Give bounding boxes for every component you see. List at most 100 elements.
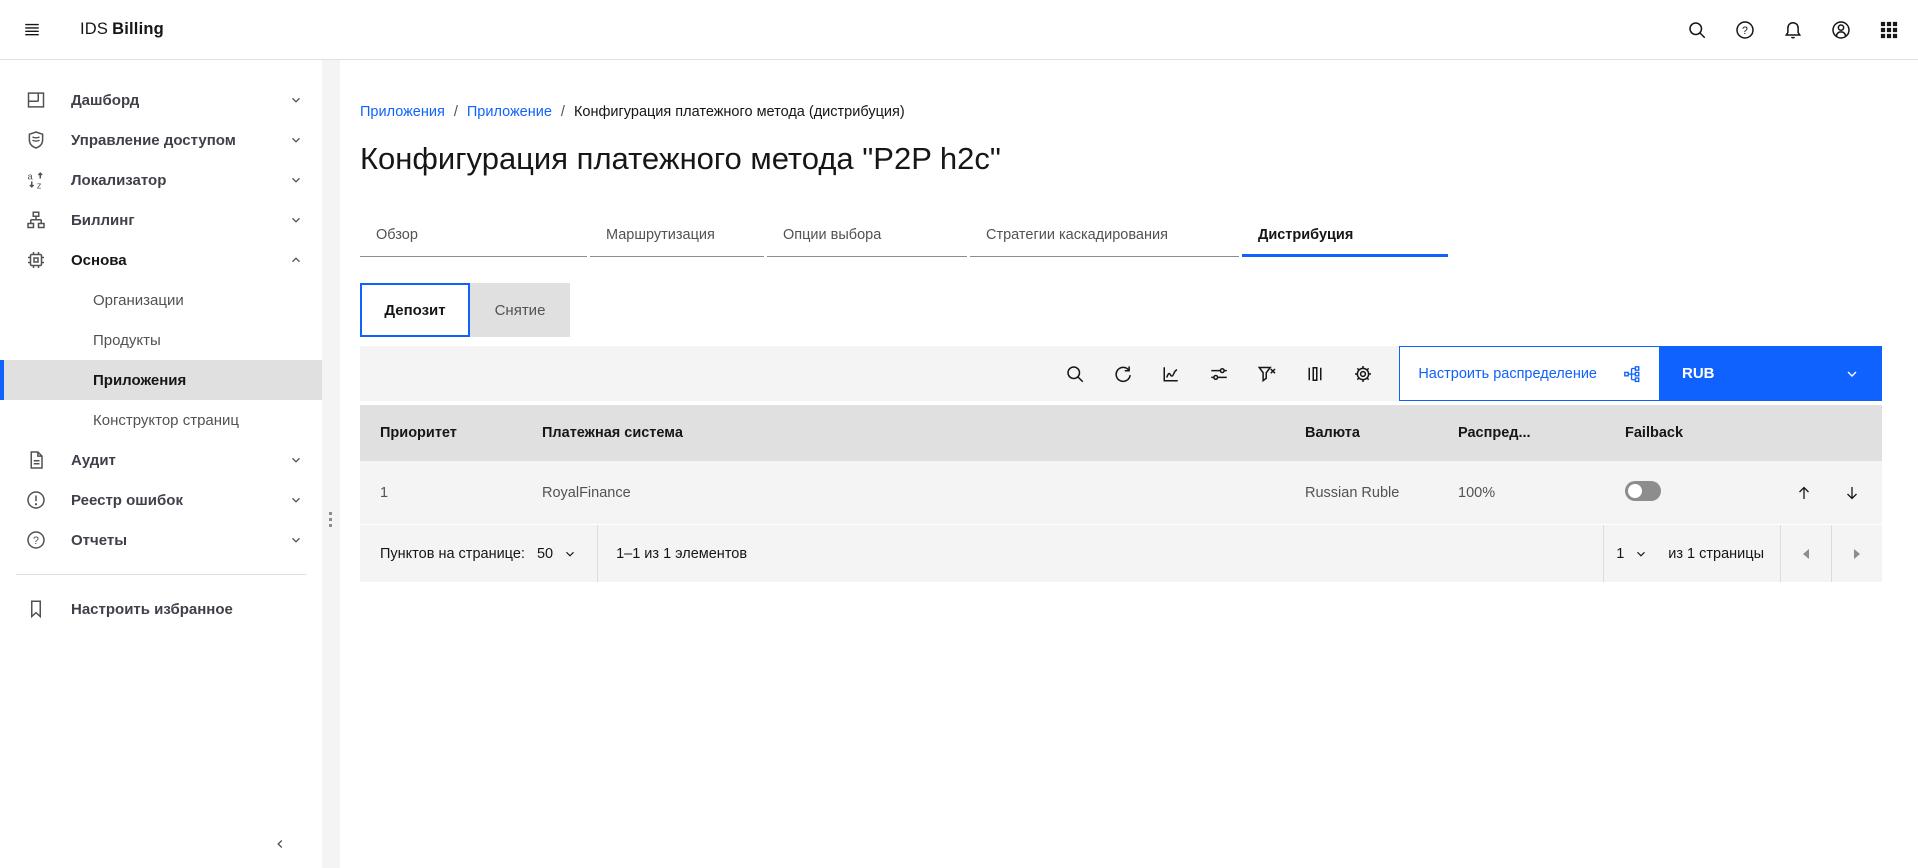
- column-header-failback: Failback: [1625, 425, 1765, 441]
- sidebar-item-label: Продукты: [93, 332, 161, 349]
- table-toolbar: Настроить распределение RUB: [360, 346, 1882, 401]
- tab-cascading-strategies[interactable]: Стратегии каскадирования: [970, 215, 1239, 257]
- chevron-down-icon: [288, 532, 304, 548]
- tab-bar: Обзор Маршрутизация Опции выбора Стратег…: [360, 215, 1882, 257]
- items-per-page-label: Пунктов на странице:: [360, 546, 525, 562]
- toolbar-settings-adjust-button[interactable]: [1195, 346, 1243, 401]
- switcher-deposit[interactable]: Депозит: [360, 283, 470, 337]
- chevron-down-icon: [1634, 547, 1648, 561]
- toggle-knob: [1628, 484, 1642, 498]
- move-down-button[interactable]: [1828, 469, 1876, 517]
- sidebar-item-core[interactable]: Основа: [0, 240, 322, 280]
- sidebar-item-label: Дашборд: [71, 92, 139, 109]
- move-up-button[interactable]: [1780, 469, 1828, 517]
- sidebar-resize-gutter[interactable]: [322, 60, 340, 868]
- chip-icon: [26, 250, 46, 270]
- breadcrumb-link-applications[interactable]: Приложения: [360, 104, 445, 120]
- pagination-range-text: 1–1 из 1 элементов: [598, 546, 747, 562]
- tab-overview[interactable]: Обзор: [360, 215, 587, 257]
- svg-text:z: z: [37, 180, 42, 190]
- tab-selection-options[interactable]: Опции выбора: [767, 215, 967, 257]
- sidebar-item-label: Управление доступом: [71, 132, 236, 149]
- tab-distribution[interactable]: Дистрибуция: [1242, 215, 1448, 257]
- header-notifications-button[interactable]: [1769, 6, 1817, 54]
- content-switcher: Депозит Снятие: [360, 283, 1882, 337]
- breadcrumb-separator: /: [561, 104, 565, 120]
- header-help-button[interactable]: ?: [1721, 6, 1769, 54]
- refresh-icon: [1113, 364, 1133, 384]
- toolbar-filter-remove-button[interactable]: [1243, 346, 1291, 401]
- page-title: Конфигурация платежного метода "P2P h2c": [360, 141, 1882, 177]
- chevron-down-icon: [288, 132, 304, 148]
- sidebar-item-label: Отчеты: [71, 532, 127, 549]
- toolbar-column-button[interactable]: [1291, 346, 1339, 401]
- sidebar-item-localizer[interactable]: a z Локализатор: [0, 160, 322, 200]
- chevron-down-icon: [1844, 366, 1860, 382]
- brand-name: Billing: [112, 20, 164, 38]
- sidebar-item-page-builder[interactable]: Конструктор страниц: [0, 400, 322, 440]
- sidebar-item-label: Аудит: [71, 452, 116, 469]
- app-switcher-grid-icon: [1879, 20, 1899, 40]
- configure-distribution-button[interactable]: Настроить распределение: [1399, 346, 1660, 401]
- chevron-down-icon: [288, 92, 304, 108]
- search-icon: [1065, 364, 1085, 384]
- sidebar-item-access-management[interactable]: Управление доступом: [0, 120, 322, 160]
- currency-value: RUB: [1682, 365, 1715, 382]
- pagination-pages-text: из 1 страницы: [1668, 546, 1780, 562]
- arrow-up-icon: [1794, 483, 1814, 503]
- sidebar-item-error-registry[interactable]: Реестр ошибок: [0, 480, 322, 520]
- cell-failback: [1625, 481, 1765, 505]
- svg-text:?: ?: [33, 535, 39, 547]
- column-header-currency: Валюта: [1305, 425, 1458, 441]
- sidebar-item-dashboard[interactable]: Дашборд: [0, 80, 322, 120]
- header-app-switcher-button[interactable]: [1865, 6, 1913, 54]
- column-header-payment-system: Платежная система: [542, 425, 1305, 441]
- chevron-down-icon: [288, 172, 304, 188]
- caret-right-icon: [1854, 549, 1860, 559]
- sidebar-item-reports[interactable]: ? Отчеты: [0, 520, 322, 560]
- sidebar-item-products[interactable]: Продукты: [0, 320, 322, 360]
- app-logo: IDSBilling: [80, 20, 164, 39]
- next-page-button[interactable]: [1832, 525, 1882, 582]
- breadcrumb-link-application[interactable]: Приложение: [467, 104, 552, 120]
- breadcrumb: Приложения / Приложение / Конфигурация п…: [360, 104, 1882, 120]
- svg-text:?: ?: [1742, 24, 1748, 36]
- breadcrumb-separator: /: [454, 104, 458, 120]
- toolbar-refresh-button[interactable]: [1099, 346, 1147, 401]
- column-header-distribution: Распред...: [1458, 425, 1625, 441]
- sidebar-item-organizations[interactable]: Организации: [0, 280, 322, 320]
- sidebar-footer: [0, 820, 322, 868]
- sidebar-item-billing[interactable]: Биллинг: [0, 200, 322, 240]
- dashboard-icon: [26, 90, 46, 110]
- toolbar-search-button[interactable]: [1051, 346, 1099, 401]
- brand-prefix: IDS: [80, 20, 108, 38]
- sidebar-item-audit[interactable]: Аудит: [0, 440, 322, 480]
- chevron-up-icon: [288, 252, 304, 268]
- header-user-button[interactable]: [1817, 6, 1865, 54]
- failback-toggle[interactable]: [1625, 481, 1661, 501]
- switcher-withdrawal[interactable]: Снятие: [470, 283, 570, 337]
- sidebar-item-label: Биллинг: [71, 212, 135, 229]
- arrow-down-icon: [1842, 483, 1862, 503]
- sidebar-collapse-button[interactable]: [256, 820, 304, 868]
- resize-grip-icon: [329, 512, 332, 527]
- chevron-down-icon: [288, 492, 304, 508]
- sidebar-item-label: Конструктор страниц: [93, 412, 239, 429]
- pagination-bar: Пунктов на странице: 50 1–1 из 1 элемент…: [360, 525, 1882, 582]
- sidebar-item-label: Основа: [71, 252, 127, 269]
- distribution-table: Приоритет Платежная система Валюта Распр…: [360, 405, 1882, 582]
- sidebar-item-configure-favorites[interactable]: Настроить избранное: [0, 589, 322, 629]
- hamburger-menu-button[interactable]: [8, 6, 56, 54]
- sidebar-item-label: Локализатор: [71, 172, 166, 189]
- currency-dropdown-button[interactable]: RUB: [1660, 346, 1882, 401]
- items-per-page-select[interactable]: 50: [525, 525, 597, 582]
- toolbar-chart-button[interactable]: [1147, 346, 1195, 401]
- gear-icon: [1353, 364, 1373, 384]
- header-search-button[interactable]: [1673, 6, 1721, 54]
- tab-routing[interactable]: Маршрутизация: [590, 215, 764, 257]
- page-number-select[interactable]: 1: [1604, 525, 1668, 582]
- sidebar-item-applications[interactable]: Приложения: [0, 360, 322, 400]
- cell-priority: 1: [380, 485, 542, 501]
- toolbar-settings-button[interactable]: [1339, 346, 1387, 401]
- previous-page-button[interactable]: [1781, 525, 1831, 582]
